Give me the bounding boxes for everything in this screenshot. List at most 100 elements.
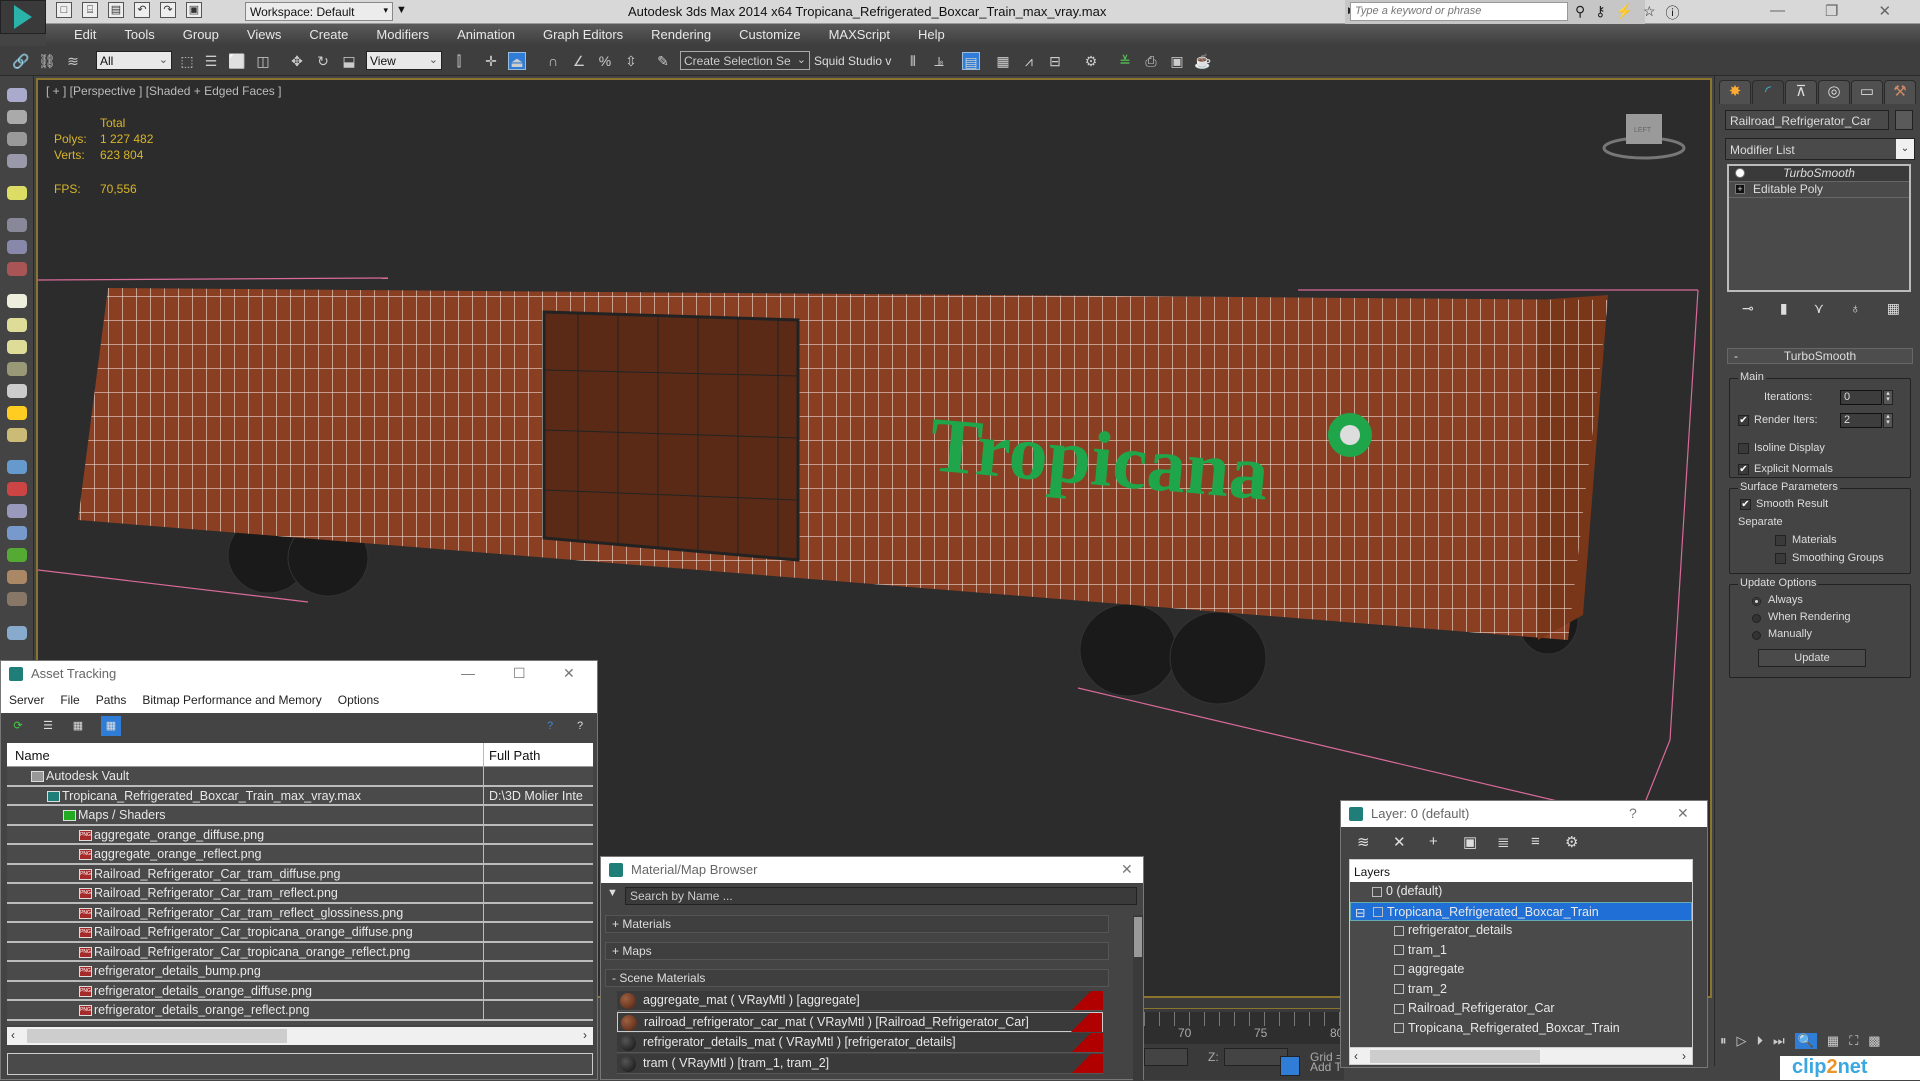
displacement-icon[interactable] xyxy=(7,526,27,540)
menu-bitmap-performance[interactable]: Bitmap Performance and Memory xyxy=(142,693,321,707)
satellite-icon[interactable]: ⚡ xyxy=(1616,3,1633,23)
go-to-end-icon[interactable]: ⏭ xyxy=(1773,1033,1785,1049)
undo-icon[interactable]: ↶ xyxy=(134,2,150,18)
camera-icon[interactable] xyxy=(7,218,27,232)
angle-snap-icon[interactable]: ∠ xyxy=(570,52,588,70)
link-icon[interactable]: 🔗 xyxy=(12,52,30,70)
section-scene-materials[interactable]: - Scene Materials xyxy=(605,969,1109,987)
layer-explorer-titlebar[interactable]: Layer: 0 (default) ? ✕ xyxy=(1341,801,1707,827)
snaps-toggle-icon[interactable]: ∩ xyxy=(544,52,562,70)
scroll-left-icon[interactable]: ‹ xyxy=(11,1028,15,1042)
show-end-result-icon[interactable]: ▮ xyxy=(1780,300,1788,320)
column-separator[interactable] xyxy=(483,743,484,767)
pin-stack-icon[interactable]: ⊸ xyxy=(1742,300,1754,320)
isoline-display-checkbox[interactable] xyxy=(1738,443,1749,454)
layer-row[interactable]: aggregate xyxy=(1350,960,1692,980)
hierarchy-tab-icon[interactable]: ⊼ xyxy=(1785,80,1817,104)
material-item[interactable]: refrigerator_details_mat ( VRayMtl ) [re… xyxy=(617,1033,1103,1053)
sun-icon[interactable] xyxy=(7,406,27,420)
expand-plus-icon[interactable]: + xyxy=(1735,184,1745,194)
new-layer-icon[interactable]: ≋ xyxy=(1357,833,1370,851)
zoom-icon[interactable]: 🔍 xyxy=(1794,1033,1817,1049)
hand-icon[interactable] xyxy=(7,570,27,584)
restore-icon[interactable]: ❐ xyxy=(1825,2,1838,20)
menu-create[interactable]: Create xyxy=(295,24,362,46)
stack-item-editable-poly[interactable]: + Editable Poly xyxy=(1729,182,1909,198)
configure-sets-icon[interactable]: ▦ xyxy=(1887,300,1900,320)
menu-maxscript[interactable]: MAXScript xyxy=(815,24,904,46)
app-menu-button[interactable] xyxy=(0,0,46,34)
film-icon[interactable] xyxy=(7,262,27,276)
asset-row[interactable]: Maps / Shaders xyxy=(7,806,593,826)
asset-row[interactable]: PNG refrigerator_details_bump.png xyxy=(7,962,593,982)
trackbar[interactable]: 70 75 80 xyxy=(1144,1012,1344,1044)
select-manipulate-icon[interactable]: ✛ xyxy=(482,52,500,70)
select-object-icon[interactable]: ⬚ xyxy=(178,52,196,70)
fur-icon[interactable] xyxy=(7,460,27,474)
turbosmooth-rollout-header[interactable]: - TurboSmooth xyxy=(1727,348,1913,364)
customize-qa-icon[interactable]: ▼ xyxy=(396,4,407,16)
material-browser-titlebar[interactable]: Material/Map Browser ✕ xyxy=(601,857,1143,883)
scroll-thumb[interactable] xyxy=(27,1029,287,1043)
layer-row[interactable]: Tropicana_Refrigerated_Boxcar_Train xyxy=(1350,1019,1692,1039)
table-view-icon[interactable]: ▦ xyxy=(101,716,121,736)
menu-options[interactable]: Options xyxy=(338,693,379,707)
render-production-icon[interactable]: ▣ xyxy=(1168,52,1186,70)
menu-group[interactable]: Group xyxy=(169,24,233,46)
create-tab-icon[interactable]: ✸ xyxy=(1719,80,1751,104)
selection-filter-dropdown[interactable]: All ⌄ xyxy=(96,51,172,70)
refresh-icon[interactable]: ⟳ xyxy=(11,719,25,733)
scroll-left-icon[interactable]: ‹ xyxy=(1354,1049,1358,1063)
menu-views[interactable]: Views xyxy=(233,24,295,46)
pivot-center-icon[interactable]: ⫿ xyxy=(450,52,468,70)
teapot-icon[interactable] xyxy=(7,88,27,102)
layer-row[interactable]: tram_1 xyxy=(1350,941,1692,961)
section-materials[interactable]: + Materials xyxy=(605,915,1109,933)
layers-column-header[interactable]: Layers xyxy=(1350,860,1692,882)
menu-file[interactable]: File xyxy=(60,693,79,707)
menu-animation[interactable]: Animation xyxy=(443,24,529,46)
smooth-result-checkbox[interactable]: ✔ xyxy=(1740,499,1751,510)
render-setup-icon[interactable]: ≚ xyxy=(1116,52,1134,70)
edit-named-selection-icon[interactable]: ✎ xyxy=(654,52,672,70)
open-file-icon[interactable]: ⌸ xyxy=(82,2,98,18)
isolate-selection-icon[interactable] xyxy=(1280,1056,1300,1076)
search-by-name-input[interactable]: Search by Name ... xyxy=(625,887,1137,905)
separate-smoothing-groups-checkbox[interactable] xyxy=(1775,553,1786,564)
project-folder-icon[interactable]: ▣ xyxy=(186,2,202,18)
render-frame-icon[interactable] xyxy=(7,110,27,124)
plane-light-icon[interactable] xyxy=(7,294,27,308)
new-file-icon[interactable]: □ xyxy=(56,2,72,18)
move-icon[interactable]: ✥ xyxy=(288,52,306,70)
mirror-icon[interactable]: ⫴ xyxy=(904,52,922,70)
layer-row[interactable]: tram_2 xyxy=(1350,980,1692,1000)
menu-edit[interactable]: Edit xyxy=(60,24,110,46)
lens-icon[interactable] xyxy=(7,240,27,254)
utilities-tab-icon[interactable]: ⚒ xyxy=(1884,80,1916,104)
shell-icon[interactable] xyxy=(7,592,27,606)
grass-icon[interactable] xyxy=(7,548,27,562)
scene-explorer-icon[interactable]: ▤ xyxy=(962,52,980,70)
column-name[interactable]: Name xyxy=(15,748,50,763)
add-time-tag-button[interactable]: Add T xyxy=(1310,1060,1342,1074)
help-icon[interactable]: ? xyxy=(1629,805,1637,821)
menu-modifiers[interactable]: Modifiers xyxy=(362,24,443,46)
menu-tools[interactable]: Tools xyxy=(110,24,168,46)
remove-modifier-icon[interactable]: ♁ xyxy=(1850,300,1861,320)
asset-row[interactable]: PNG Railroad_Refrigerator_Car_tram_reflec… xyxy=(7,884,593,904)
asset-row[interactable]: PNG refrigerator_details_orange_reflect.p… xyxy=(7,1001,593,1021)
explicit-normals-checkbox[interactable]: ✔ xyxy=(1738,464,1749,475)
y-coordinate-field[interactable] xyxy=(1144,1048,1188,1066)
next-frame-icon[interactable]: ⏵ xyxy=(1757,1033,1764,1049)
unlink-icon[interactable]: ⛓ xyxy=(38,52,56,70)
iterations-arrows[interactable]: ▴ ▾ xyxy=(1883,390,1893,405)
modify-tab-icon[interactable]: ◜ xyxy=(1752,80,1784,104)
keyword-search-input[interactable]: Type a keyword or phrase xyxy=(1350,2,1568,21)
render-iters-checkbox[interactable]: ✔ xyxy=(1738,415,1749,426)
collapse-icon[interactable]: ⊟ xyxy=(1355,905,1365,920)
align-icon[interactable]: ⫡ xyxy=(930,52,948,70)
minimize-icon[interactable]: — xyxy=(461,665,475,681)
modifier-list-dropdown[interactable]: Modifier List ⌄ xyxy=(1725,138,1915,160)
minimize-icon[interactable]: — xyxy=(1770,2,1785,20)
update-manually-radio[interactable] xyxy=(1752,631,1761,640)
